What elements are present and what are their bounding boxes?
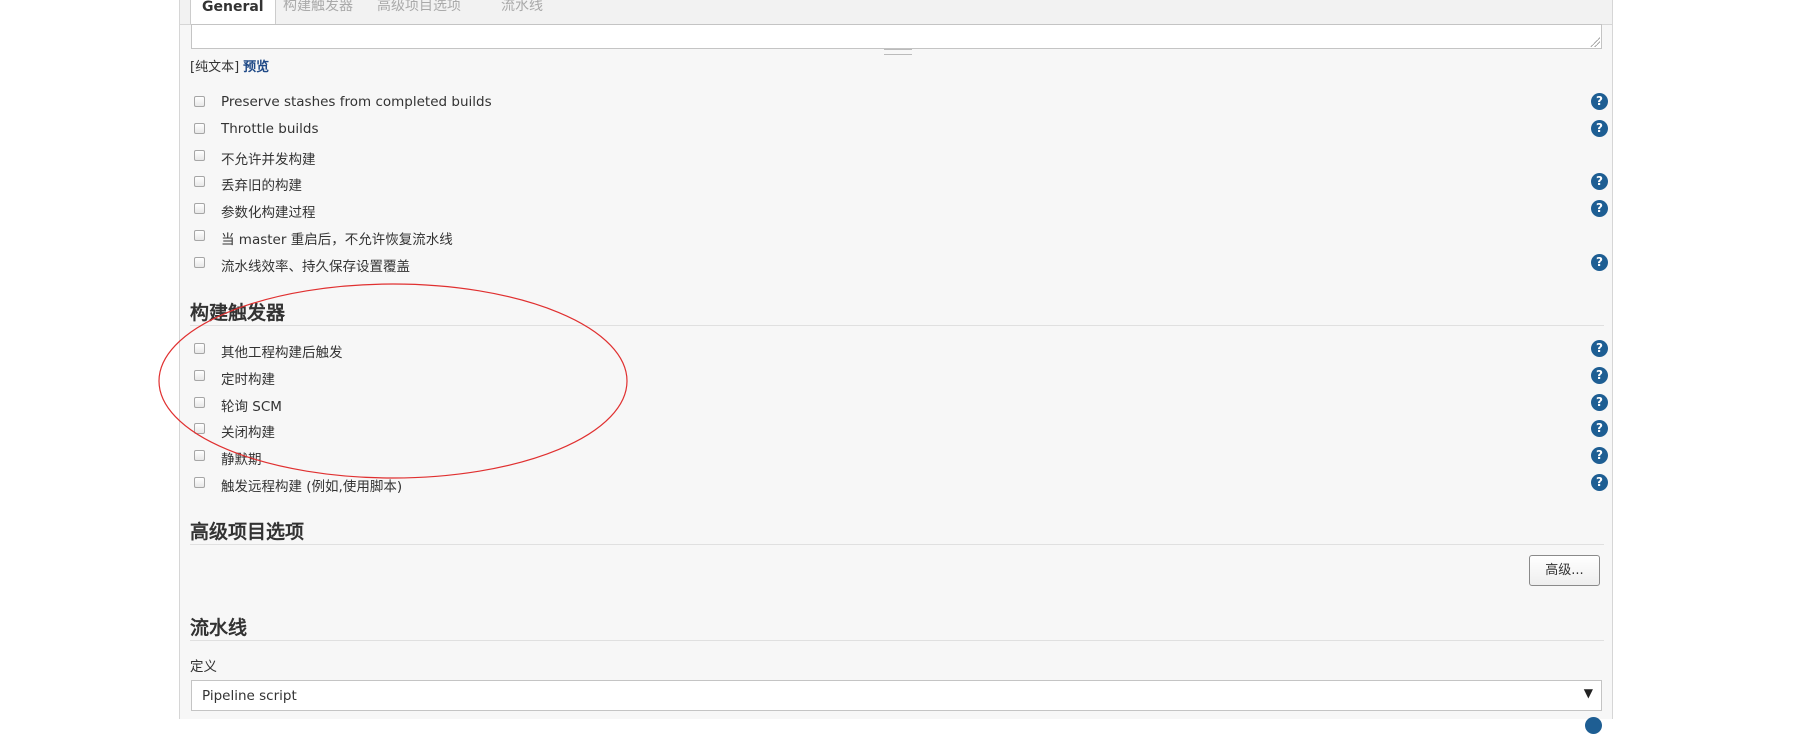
help-icon[interactable]: ? [1591,200,1608,217]
definition-select[interactable]: Pipeline script ▼ [191,680,1602,711]
description-format: [纯文本] 预览 [190,56,269,75]
section-title-advanced-options: 高级项目选项 [190,521,305,543]
option-disable-concurrent-builds: 不允许并发构建 [194,147,1608,169]
checkbox[interactable] [194,397,205,408]
definition-selected-value: Pipeline script [202,688,297,704]
checkbox[interactable] [194,423,205,434]
option-label: 流水线效率、持久保存设置覆盖 [221,259,410,275]
trigger-build-periodically: 定时构建 ? [194,367,1608,389]
checkbox[interactable] [194,370,205,381]
option-throttle-builds: Throttle builds ? [194,120,1608,142]
dropdown-arrow-icon: ▼ [1583,686,1593,700]
help-icon[interactable]: ? [1591,340,1608,357]
format-label: [纯文本] [190,60,240,75]
option-label: 当 master 重启后，不允许恢复流水线 [221,232,453,248]
definition-label: 定义 [190,659,217,675]
option-label: Preserve stashes from completed builds [221,94,492,110]
trigger-disable-build: 关闭构建 ? [194,420,1608,442]
help-icon[interactable]: ? [1591,173,1608,190]
option-preserve-stashes: Preserve stashes from completed builds ? [194,93,1608,115]
section-title-pipeline: 流水线 [190,617,248,639]
option-pipeline-durability-override: 流水线效率、持久保存设置覆盖 ? [194,254,1608,276]
section-title-build-triggers: 构建触发器 [190,302,286,324]
option-label: 关闭构建 [221,425,275,441]
config-tab-bar: General 构建触发器 高级项目选项 流水线 [180,0,1612,25]
description-textarea[interactable] [191,24,1602,49]
checkbox[interactable] [194,203,205,214]
help-icon[interactable]: ? [1591,367,1608,384]
trigger-poll-scm: 轮询 SCM ? [194,394,1608,416]
option-parameterized-build: 参数化构建过程 ? [194,200,1608,222]
checkbox[interactable] [194,150,205,161]
help-icon[interactable]: ? [1591,447,1608,464]
checkbox[interactable] [194,343,205,354]
trigger-quiet-period: 静默期 ? [194,447,1608,469]
section-divider [190,325,1604,326]
checkbox[interactable] [194,176,205,187]
help-icon[interactable]: ? [1591,120,1608,137]
help-icon[interactable]: ? [1591,394,1608,411]
option-label: 不允许并发构建 [221,152,316,168]
textarea-drag-handle[interactable] [884,49,912,55]
option-label: 定时构建 [221,372,275,388]
checkbox[interactable] [194,96,205,107]
tab-advanced-options[interactable]: 高级项目选项 [377,0,461,24]
option-label: 参数化构建过程 [221,205,316,221]
preview-link[interactable]: 预览 [243,60,269,75]
advanced-button[interactable]: 高级... [1529,555,1600,586]
config-panel: General 构建触发器 高级项目选项 流水线 [纯文本] 预览 Preserv… [179,0,1613,734]
checkbox[interactable] [194,123,205,134]
tab-general[interactable]: General [190,0,276,25]
option-label: 静默期 [221,452,262,468]
option-no-resume-after-restart: 当 master 重启后，不允许恢复流水线 [194,227,1608,249]
checkbox[interactable] [194,257,205,268]
option-label: 丢弃旧的构建 [221,178,302,194]
checkbox[interactable] [194,230,205,241]
option-label: Throttle builds [221,121,319,137]
help-icon[interactable]: ? [1591,254,1608,271]
trigger-remote-build: 触发远程构建 (例如,使用脚本) ? [194,474,1608,496]
tab-build-triggers[interactable]: 构建触发器 [283,0,353,24]
tab-pipeline[interactable]: 流水线 [501,0,543,24]
trigger-after-other-projects: 其他工程构建后触发 ? [194,340,1608,362]
option-discard-old-builds: 丢弃旧的构建 ? [194,173,1608,195]
option-label: 触发远程构建 (例如,使用脚本) [221,479,403,495]
checkbox[interactable] [194,477,205,488]
help-icon[interactable]: ? [1591,93,1608,110]
help-icon[interactable]: ? [1591,420,1608,437]
section-divider [190,640,1604,641]
resize-grip-icon[interactable] [1590,37,1600,47]
help-icon[interactable] [1585,717,1602,734]
section-divider [190,544,1604,545]
help-icon[interactable]: ? [1591,474,1608,491]
option-label: 其他工程构建后触发 [221,345,343,361]
checkbox[interactable] [194,450,205,461]
option-label: 轮询 SCM [221,399,282,415]
